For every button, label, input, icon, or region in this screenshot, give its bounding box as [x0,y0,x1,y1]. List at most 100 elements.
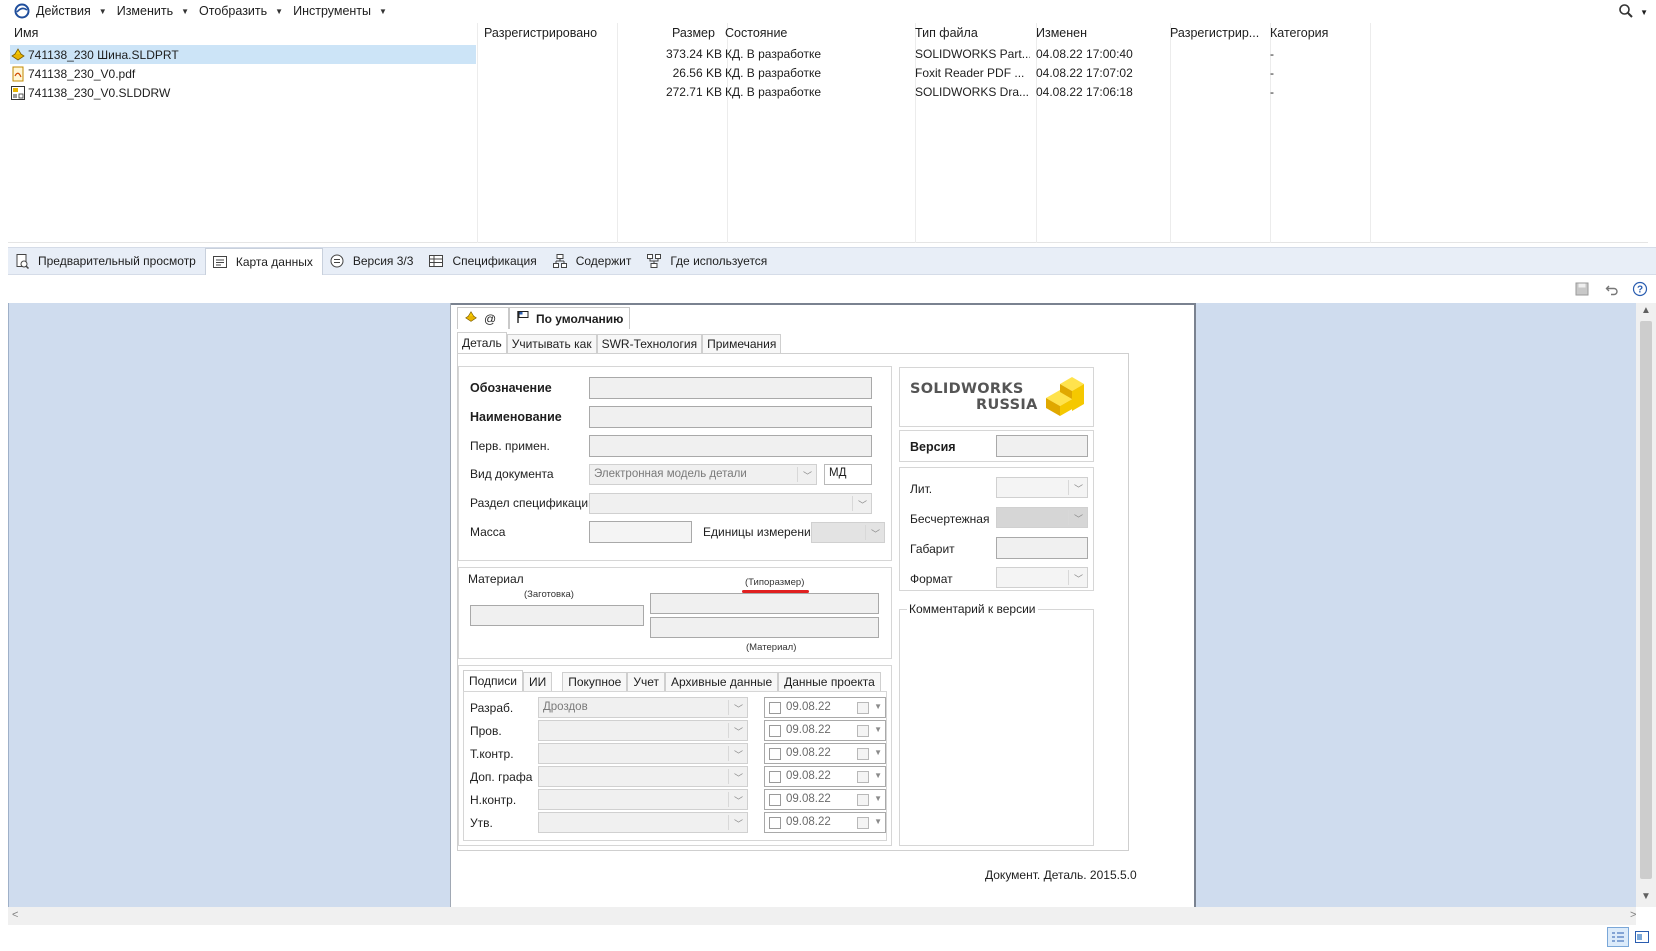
calendar-icon[interactable] [857,725,869,737]
tab-signatures[interactable]: Подписи [463,670,523,691]
date-checkbox[interactable] [769,748,781,760]
calendar-icon[interactable] [857,817,869,829]
version-input[interactable] [996,435,1088,457]
file-type-cell: SOLIDWORKS Part... [915,47,1030,61]
scroll-left-icon[interactable]: < [12,909,18,921]
chevron-down-icon[interactable]: ▼ [874,817,882,826]
column-header-category[interactable]: Категория [1270,26,1328,40]
scroll-right-icon[interactable]: > [1630,909,1636,921]
signature-person-select[interactable]: ﹀ [538,812,748,833]
tab-project-data[interactable]: Данные проекта [778,672,881,691]
mass-input[interactable] [589,521,692,543]
tab-version[interactable]: Версия 3/3 [323,248,423,274]
column-header-state[interactable]: Состояние [725,26,787,40]
column-header-size[interactable]: Размер [672,26,715,40]
lit-select[interactable]: ﹀ [996,477,1088,498]
signature-date-picker[interactable]: 09.08.22 ▼ [764,720,886,741]
designation-input[interactable] [589,377,872,399]
save-icon[interactable] [1573,280,1591,298]
date-checkbox[interactable] [769,702,781,714]
tab-config-default[interactable]: По умолчанию [509,307,631,329]
tab-datacard[interactable]: Карта данных [204,248,323,275]
calendar-icon[interactable] [857,702,869,714]
chevron-down-icon[interactable]: ▼ [874,702,882,711]
column-header-checked-out-by[interactable]: Разрегистрир... [1170,26,1259,40]
signature-date-picker[interactable]: 09.08.22 ▼ [764,812,886,833]
preview-view-icon[interactable] [1631,927,1653,947]
tab-contains-label: Содержит [575,254,632,268]
tab-accounting[interactable]: Учет [627,672,666,691]
signature-person-select[interactable]: ﹀ [538,743,748,764]
name-input[interactable] [589,406,872,428]
units-select[interactable]: ﹀ [811,522,885,543]
overall-size-input[interactable] [996,537,1088,559]
signature-date-picker[interactable]: 09.08.22 ▼ [764,697,886,718]
menu-tools[interactable]: Инструменты ▼ [293,4,387,18]
date-checkbox[interactable] [769,725,781,737]
tab-where-used[interactable]: Где используется [640,248,776,274]
version-comment-input[interactable] [904,618,1089,841]
tab-notes[interactable]: Примечания [702,334,782,353]
signature-date-picker[interactable]: 09.08.22 ▼ [764,789,886,810]
spec-section-select[interactable]: ﹀ [589,493,872,514]
file-row[interactable]: 741138_230_V0.SLDDRW 272.71 KB КД. В раз… [8,83,1648,102]
chevron-down-icon[interactable]: ▼ [874,794,882,803]
vertical-scrollbar[interactable]: ▲ ▼ [1636,303,1656,907]
calendar-icon[interactable] [857,794,869,806]
tab-config-at[interactable]: @ [457,307,509,329]
scroll-thumb[interactable] [1640,321,1652,879]
undo-icon[interactable] [1603,280,1621,298]
search-dropdown-icon[interactable]: ▼ [1640,8,1648,17]
date-checkbox[interactable] [769,817,781,829]
date-checkbox[interactable] [769,794,781,806]
chevron-down-icon[interactable]: ▼ [874,725,882,734]
scroll-down-icon[interactable]: ▼ [1641,891,1651,902]
first-use-input[interactable] [589,435,872,457]
search-icon[interactable] [1618,3,1634,22]
signature-date-picker[interactable]: 09.08.22 ▼ [764,766,886,787]
file-row[interactable]: 741138_230_V0.pdf 26.56 KB КД. В разрабо… [8,64,1648,83]
details-view-icon[interactable] [1607,927,1629,947]
tab-archive[interactable]: Архивные данные [665,672,779,691]
help-icon[interactable]: ? [1631,280,1649,298]
material-input[interactable] [650,617,879,638]
horizontal-scrollbar[interactable]: < > [8,907,1636,925]
chevron-down-icon[interactable]: ▼ [874,771,882,780]
pdm-app-icon[interactable] [14,3,30,19]
column-header-checked-out[interactable]: Разрегистрировано [484,26,597,40]
scroll-up-icon[interactable]: ▲ [1641,305,1651,316]
signature-date-picker[interactable]: 09.08.22 ▼ [764,743,886,764]
signature-person-select[interactable]: ﹀ [538,789,748,810]
tab-bom[interactable]: Спецификация [422,248,545,274]
signature-person-select[interactable]: Дроздов ﹀ [538,697,748,718]
signature-person-select[interactable]: ﹀ [538,720,748,741]
drawingless-select[interactable]: ﹀ [996,507,1088,528]
tab-contains[interactable]: Содержит [546,248,641,274]
file-row[interactable]: 741138_230 Шина.SLDPRT 373.24 KB КД. В р… [8,45,1648,64]
doc-type-select[interactable]: Электронная модель детали ﹀ [589,464,817,485]
column-header-file-type[interactable]: Тип файла [915,26,978,40]
date-checkbox[interactable] [769,771,781,783]
signature-date: 09.08.22 [786,816,831,828]
tab-ii[interactable]: ИИ [522,672,553,691]
tab-purchased[interactable]: Покупное [562,672,628,691]
menu-display[interactable]: Отобразить ▼ [199,4,283,18]
tab-part[interactable]: Деталь [457,332,507,353]
calendar-icon[interactable] [857,771,869,783]
tab-swr-technology[interactable]: SWR-Технология [596,334,703,353]
signature-person-select[interactable]: ﹀ [538,766,748,787]
modified-cell: 04.08.22 17:00:40 [1036,47,1133,61]
column-header-name[interactable]: Имя [14,26,38,40]
format-select[interactable]: ﹀ [996,567,1088,588]
menu-actions[interactable]: Действия ▼ [36,4,107,18]
size-input[interactable] [650,593,879,614]
column-header-modified[interactable]: Изменен [1036,26,1087,40]
doc-code-input[interactable]: МД [824,464,872,485]
category-cell: - [1270,85,1274,99]
chevron-down-icon[interactable]: ▼ [874,748,882,757]
blank-input[interactable] [470,605,644,626]
tab-preview[interactable]: Предварительный просмотр [8,248,205,274]
tab-account-as[interactable]: Учитывать как [506,334,597,353]
menu-edit[interactable]: Изменить ▼ [117,4,189,18]
calendar-icon[interactable] [857,748,869,760]
